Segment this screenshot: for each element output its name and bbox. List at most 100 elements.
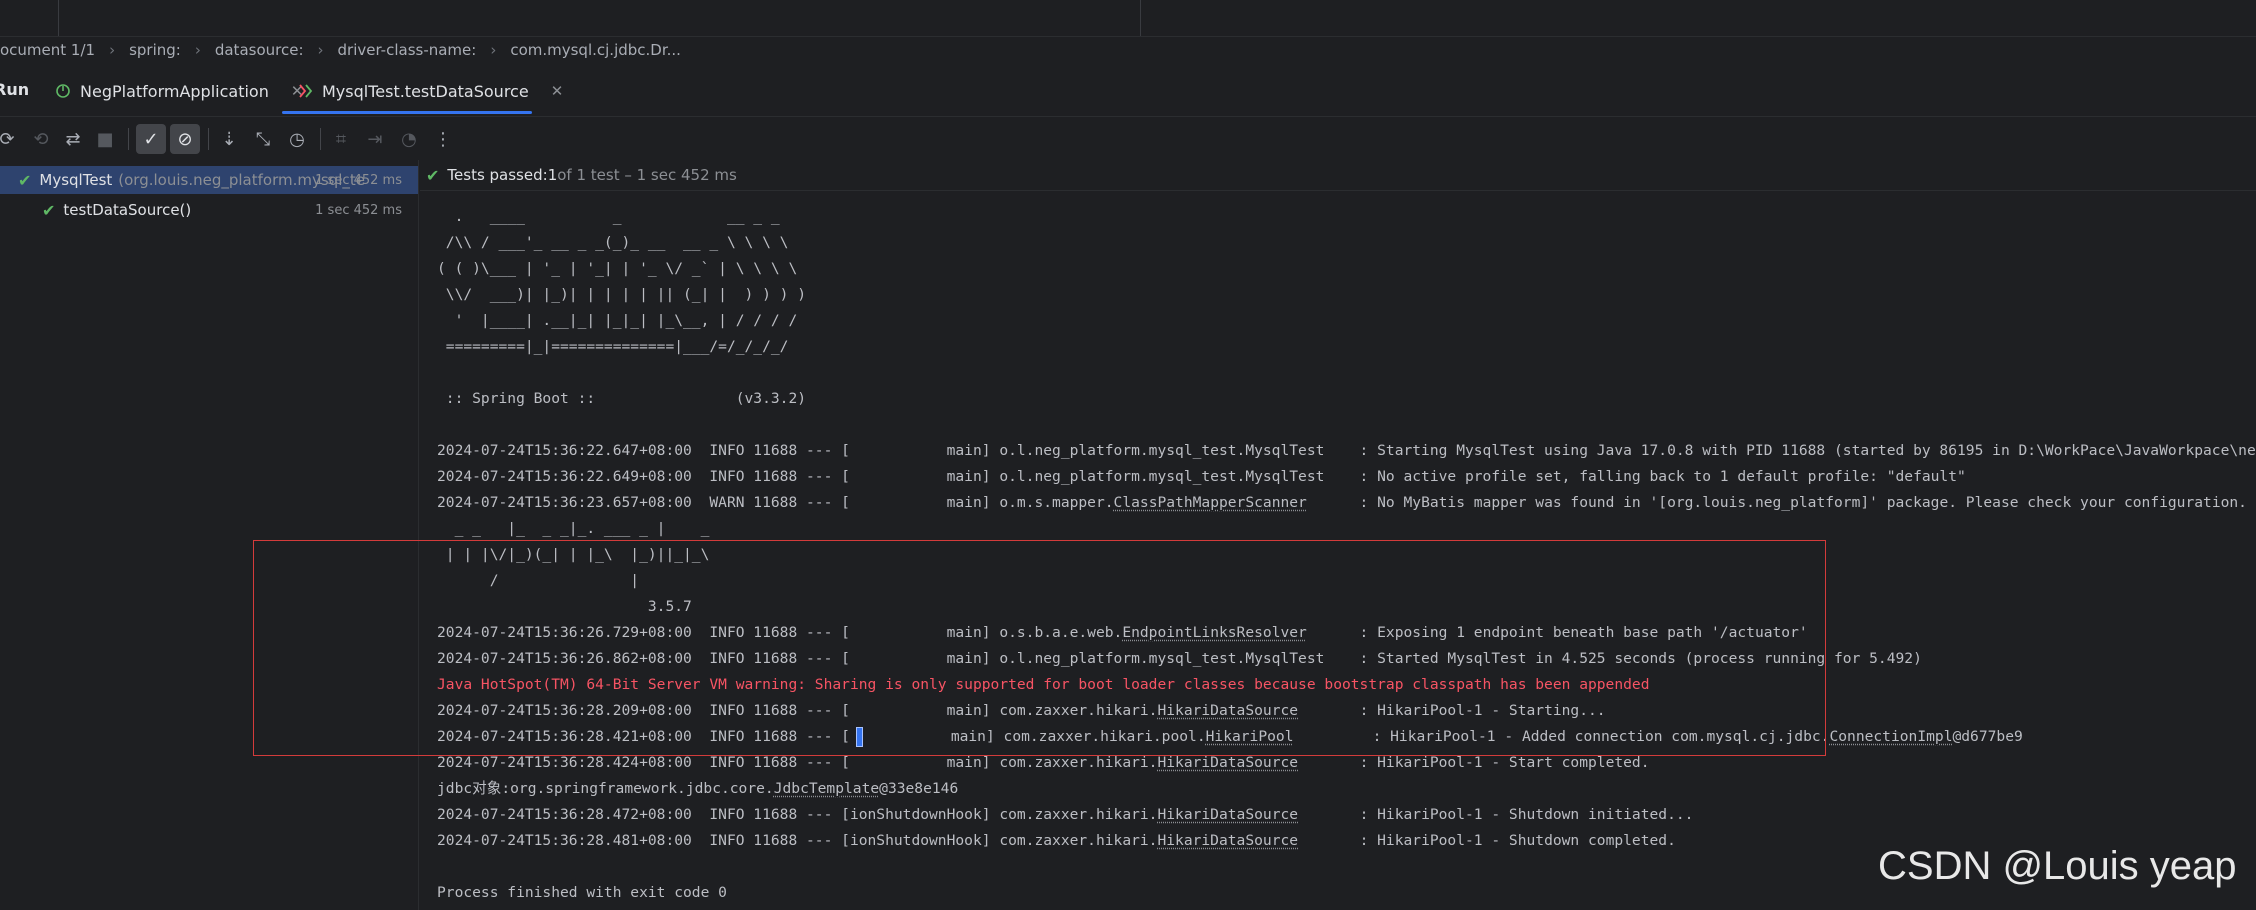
log-line: 2024-07-24T15:36:28.209+08:00 INFO 11688… [437, 698, 2256, 724]
console-line: ( ( )\___ | '_ | '_| | '_ \/ _` | \ \ \ … [437, 260, 798, 277]
log-text: : HikariPool-1 - Start completed. [1298, 754, 1650, 771]
stop-icon[interactable]: ■ [90, 124, 120, 154]
chevron-right-icon: › [490, 41, 497, 59]
breadcrumb-item[interactable]: ocument 1/1 [0, 41, 95, 59]
active-tab-indicator [282, 111, 532, 114]
status-suffix: of 1 test – 1 sec 452 ms [557, 166, 737, 184]
toolbar-separator [208, 128, 209, 150]
class-link[interactable]: HikariPool [1206, 728, 1294, 745]
log-line: 2024-07-24T15:36:26.729+08:00 INFO 11688… [437, 620, 2256, 646]
tab-mysql-test[interactable]: MysqlTest.testDataSource ✕ [296, 78, 563, 104]
watermark: CSDN @Louis yeap [1878, 844, 2237, 888]
editor-tab-strip [0, 0, 2256, 37]
import-icon[interactable]: ⇥ [360, 124, 390, 154]
log-text: 2024-07-24T15:36:22.649+08:00 INFO 11688… [437, 468, 1966, 485]
log-text: 2024-07-24T15:36:26.862+08:00 INFO 11688… [437, 650, 1922, 667]
log-text: 2024-07-24T15:36:28.481+08:00 INFO 11688… [437, 832, 1158, 849]
log-text: main] com.zaxxer.hikari.pool. [862, 728, 1206, 745]
breadcrumb-item[interactable]: com.mysql.cj.jdbc.Dr... [510, 41, 681, 59]
chevron-right-icon: › [194, 41, 201, 59]
console-line: :: Spring Boot :: (v3.3.2) [437, 390, 807, 407]
toolbar-separator [128, 128, 129, 150]
sort-alphabetically-icon[interactable]: ⇣ [214, 124, 244, 154]
test-duration: 1 sec 452 ms [315, 202, 402, 218]
breadcrumb: ocument 1/1 › spring: › datasource: › dr… [0, 37, 2256, 63]
log-line: jdbc对象:org.springframework.jdbc.core.Jdb… [437, 776, 2256, 802]
test-tree: ✔ MysqlTest (org.louis.neg_platform.mysq… [0, 160, 419, 910]
rerun-icon[interactable]: ⟳ [0, 124, 22, 154]
console-line: ' |____| .__|_| |_|_| |_\__, | / / / / [437, 312, 798, 329]
console-line: =========|_|==============|___/=/_/_/_/ [437, 338, 789, 355]
class-link[interactable]: HikariDataSource [1157, 702, 1298, 719]
log-text: 2024-07-24T15:36:23.657+08:00 WARN 11688… [437, 494, 1114, 511]
console-line: _ _ |_ _ _|_. ___ _ | _ [437, 520, 710, 537]
status-count: 1 [547, 166, 558, 184]
class-link[interactable]: HikariDataSource [1157, 754, 1298, 771]
console-line: /\\ / ___'_ __ _ _(_)_ __ __ _ \ \ \ \ [437, 234, 789, 251]
log-text: : Exposing 1 endpoint beneath base path … [1306, 624, 1808, 641]
log-line: 2024-07-24T15:36:28.421+08:00 INFO 11688… [437, 724, 2256, 750]
sort-by-duration-icon[interactable]: ⤡ [248, 124, 278, 154]
test-duration: 1 sec 452 ms [315, 172, 402, 188]
breadcrumb-item[interactable]: datasource: [215, 41, 304, 59]
toolbar-separator [320, 128, 321, 150]
passed-check-icon: ✔ [42, 200, 56, 220]
show-ignored-icon[interactable]: ⊘ [170, 124, 200, 154]
error-line: Java HotSpot(TM) 64-Bit Server VM warnin… [437, 676, 1650, 693]
log-text: 2024-07-24T15:36:28.424+08:00 INFO 11688… [437, 754, 1158, 771]
log-text: : HikariPool-1 - Shutdown completed. [1298, 832, 1676, 849]
divider [1140, 0, 1141, 36]
test-class-name: MysqlTest [39, 171, 113, 189]
tab-label: MysqlTest.testDataSource [322, 81, 529, 101]
console-output[interactable]: . ____ _ __ _ _ /\\ / ___'_ __ _ _(_)_ _… [420, 204, 2256, 910]
spring-boot-run-icon [56, 84, 70, 98]
passed-check-icon: ✔ [18, 170, 32, 190]
export-icon[interactable]: ⌗ [326, 124, 356, 154]
log-line: 2024-07-24T15:36:28.424+08:00 INFO 11688… [437, 750, 2256, 776]
test-method-name: testDataSource() [63, 201, 192, 219]
console-line: 3.5.7 [437, 598, 692, 615]
log-line: 2024-07-24T15:36:22.649+08:00 INFO 11688… [437, 464, 2256, 490]
more-options-icon[interactable]: ⋮ [428, 124, 458, 154]
log-text: jdbc对象:org.springframework.jdbc.core. [437, 780, 774, 797]
console-line: \\/ ___)| |_)| | | | | || (_| | ) ) ) ) [437, 286, 807, 303]
coverage-icon[interactable]: ◔ [394, 124, 424, 154]
console-line: / | [437, 572, 640, 589]
tree-item-test-data-source[interactable]: ✔ testDataSource() 1 sec 452 ms [0, 196, 418, 224]
log-text: 2024-07-24T15:36:28.421+08:00 INFO 11688… [437, 728, 850, 745]
text-cursor [855, 727, 863, 747]
log-text: 2024-07-24T15:36:28.472+08:00 INFO 11688… [437, 806, 1158, 823]
log-line: 2024-07-24T15:36:28.472+08:00 INFO 11688… [437, 802, 2256, 828]
chevron-right-icon: › [109, 41, 116, 59]
close-icon[interactable]: ✕ [551, 82, 564, 100]
class-link[interactable]: HikariDataSource [1157, 832, 1298, 849]
class-link[interactable]: EndpointLinksResolver [1122, 624, 1307, 641]
show-passed-icon[interactable]: ✓ [136, 124, 166, 154]
log-line: 2024-07-24T15:36:26.862+08:00 INFO 11688… [437, 646, 2256, 672]
class-link[interactable]: ConnectionImpl [1829, 728, 1952, 745]
log-text: 2024-07-24T15:36:28.209+08:00 INFO 11688… [437, 702, 1158, 719]
log-text: : HikariPool-1 - Added connection com.my… [1293, 728, 1830, 745]
log-text: @d677be9 [1952, 728, 2023, 745]
history-icon[interactable]: ◷ [282, 124, 312, 154]
rerun-failed-icon[interactable]: ⟲ [26, 124, 56, 154]
tree-item-mysql-test[interactable]: ✔ MysqlTest (org.louis.neg_platform.mysq… [0, 166, 418, 194]
chevron-right-icon: › [317, 41, 324, 59]
junit-test-icon [299, 84, 313, 98]
log-text: : HikariPool-1 - Shutdown initiated... [1298, 806, 1694, 823]
run-tool-window-header: Run NegPlatformApplication ✕ MysqlTest.t… [0, 68, 2256, 117]
toggle-auto-test-icon[interactable]: ⇄ [58, 124, 88, 154]
breadcrumb-item[interactable]: driver-class-name: [338, 41, 477, 59]
breadcrumb-item[interactable]: spring: [129, 41, 181, 59]
status-prefix: Tests passed: [447, 166, 548, 184]
divider [58, 0, 59, 36]
log-text: : HikariPool-1 - Starting... [1298, 702, 1606, 719]
class-link[interactable]: HikariDataSource [1157, 806, 1298, 823]
passed-check-icon: ✔ [426, 165, 440, 185]
tab-label: NegPlatformApplication [80, 81, 269, 101]
class-link[interactable]: ClassPathMapperScanner [1114, 494, 1307, 511]
class-link[interactable]: JdbcTemplate [774, 780, 879, 797]
tab-neg-platform-application[interactable]: NegPlatformApplication ✕ [54, 78, 303, 104]
